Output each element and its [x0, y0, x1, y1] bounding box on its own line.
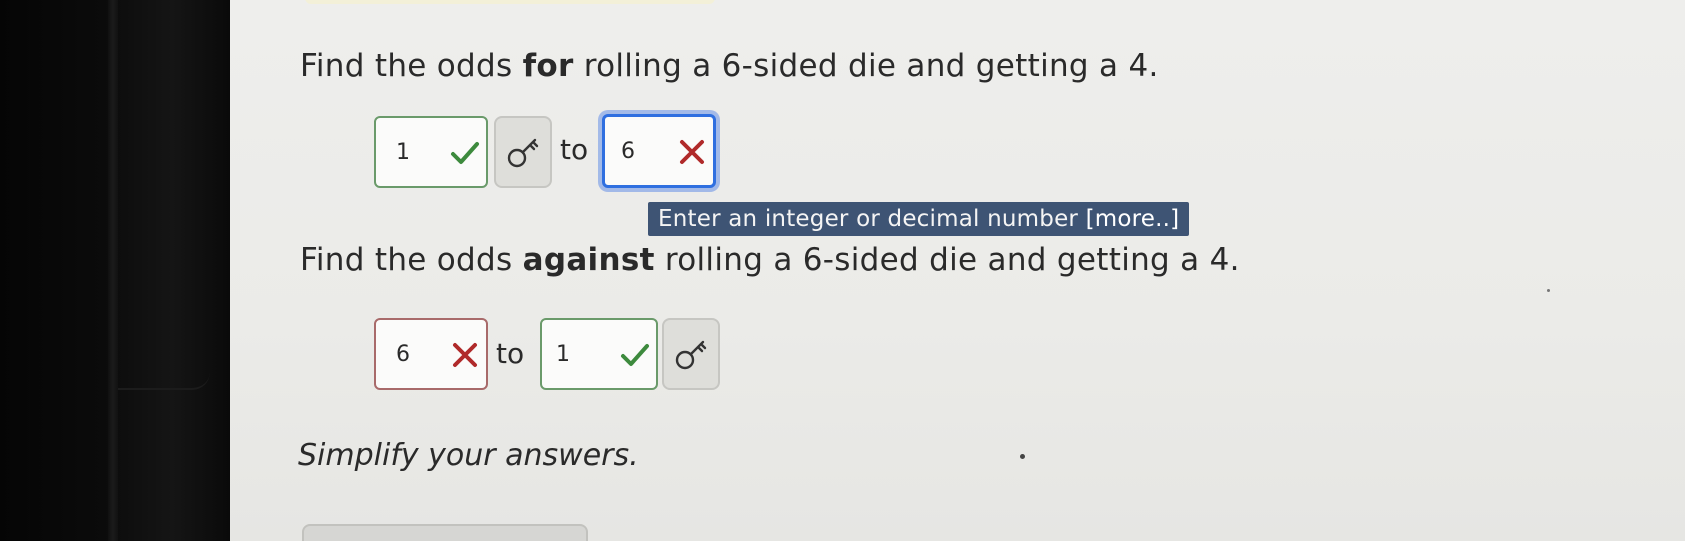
connector-to: to [560, 133, 589, 166]
bezel-edge [108, 0, 118, 541]
key-button[interactable] [662, 318, 720, 390]
top-highlight-strip [305, 0, 715, 4]
checkmark-icon [451, 142, 479, 164]
answer-value: 1 [396, 140, 410, 165]
key-icon [675, 340, 707, 370]
question-emphasis: for [522, 48, 574, 84]
tooltip-more-link[interactable]: [more..] [1086, 206, 1180, 232]
screen-speck [1020, 454, 1025, 459]
question-emphasis: against [522, 242, 655, 278]
tooltip-text: Enter an integer or decimal number [658, 206, 1086, 232]
bezel-notch [118, 368, 210, 390]
question-prefix: Find the odds [300, 242, 523, 278]
connector-to: to [496, 337, 525, 370]
against-odds-first-input[interactable]: 6 [374, 318, 488, 390]
monitor-bezel [0, 0, 230, 541]
answer-value: 6 [621, 139, 635, 164]
question-against-odds: Find the odds against rolling a 6-sided … [300, 242, 1240, 278]
question-suffix: rolling a 6-sided die and getting a 4. [654, 242, 1240, 278]
key-icon [507, 138, 539, 168]
x-mark-icon [453, 343, 477, 367]
key-button[interactable] [494, 116, 552, 188]
for-odds-second-input[interactable]: 6 [602, 114, 716, 188]
simplify-instruction: Simplify your answers. [298, 438, 639, 473]
answer-value: 1 [556, 342, 570, 367]
checkmark-icon [621, 344, 649, 366]
screen: Find the odds for rolling a 6-sided die … [230, 0, 1685, 541]
screen-speck [1547, 289, 1550, 292]
bottom-action-button[interactable] [302, 524, 588, 541]
against-odds-second-input[interactable]: 1 [540, 318, 658, 390]
question-prefix: Find the odds [300, 48, 523, 84]
answer-value: 6 [396, 342, 410, 367]
question-for-odds: Find the odds for rolling a 6-sided die … [300, 48, 1159, 84]
for-odds-first-input[interactable]: 1 [374, 116, 488, 188]
input-hint-tooltip: Enter an integer or decimal number [more… [648, 202, 1190, 236]
x-mark-icon [680, 140, 704, 164]
question-suffix: rolling a 6-sided die and getting a 4. [573, 48, 1159, 84]
